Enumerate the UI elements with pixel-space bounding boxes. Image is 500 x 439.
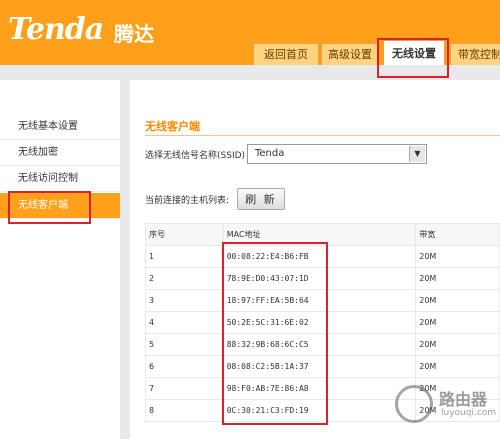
cell-index: 3 bbox=[145, 289, 224, 312]
watermark-text: 路由器 bbox=[439, 390, 488, 409]
cell-bandwidth: 20M bbox=[415, 311, 500, 334]
highlight-box-tab bbox=[377, 38, 449, 78]
tab-bandwidth-control[interactable]: 带宽控制 bbox=[450, 43, 500, 65]
highlight-box-sidebar bbox=[8, 191, 91, 224]
cell-index: 1 bbox=[145, 245, 224, 268]
ssid-selected-value: Tenda bbox=[255, 148, 285, 159]
sidebar: 无线基本设置 无线加密 无线访问控制 无线客户端 bbox=[0, 80, 120, 439]
sidebar-item-wireless-access-control[interactable]: 无线访问控制 bbox=[0, 166, 120, 192]
section-title: 无线客户端 bbox=[145, 120, 200, 133]
cell-bandwidth: 20M bbox=[415, 333, 500, 356]
section-divider bbox=[145, 135, 500, 136]
cell-index: 7 bbox=[145, 377, 224, 400]
cell-bandwidth: 20M bbox=[415, 267, 500, 290]
ssid-label: 选择无线信号名称(SSID) bbox=[145, 151, 246, 161]
router-logo-icon bbox=[395, 385, 433, 423]
header-bandwidth: 带宽 bbox=[415, 223, 500, 246]
cell-index: 5 bbox=[145, 333, 224, 356]
cell-bandwidth: 20M bbox=[415, 355, 500, 378]
cell-index: 8 bbox=[145, 399, 224, 422]
ssid-select[interactable]: Tenda ▼ bbox=[247, 144, 427, 164]
highlight-box-mac-column bbox=[222, 242, 328, 425]
tenda-logo-cn: 腾达 bbox=[114, 22, 154, 46]
sidebar-item-wireless-basic[interactable]: 无线基本设置 bbox=[0, 114, 120, 140]
watermark: 路由器 luyouqi.com bbox=[395, 380, 500, 430]
cell-bandwidth: 20M bbox=[415, 289, 500, 312]
dropdown-arrow-icon[interactable]: ▼ bbox=[409, 146, 425, 162]
watermark-subtext: luyouqi.com bbox=[441, 408, 497, 418]
tenda-logo: Tenda bbox=[8, 12, 104, 47]
tab-home[interactable]: 返回首页 bbox=[253, 43, 319, 65]
cell-index: 2 bbox=[145, 267, 224, 290]
host-list-label: 当前连接的主机列表: bbox=[145, 196, 230, 206]
cell-index: 6 bbox=[145, 355, 224, 378]
cell-bandwidth: 20M bbox=[415, 245, 500, 268]
header-index: 序号 bbox=[145, 223, 224, 246]
sidebar-item-wireless-encryption[interactable]: 无线加密 bbox=[0, 140, 120, 166]
cell-index: 4 bbox=[145, 311, 224, 334]
tab-advanced-settings[interactable]: 高级设置 bbox=[321, 43, 379, 65]
refresh-button[interactable]: 刷 新 bbox=[237, 188, 285, 210]
